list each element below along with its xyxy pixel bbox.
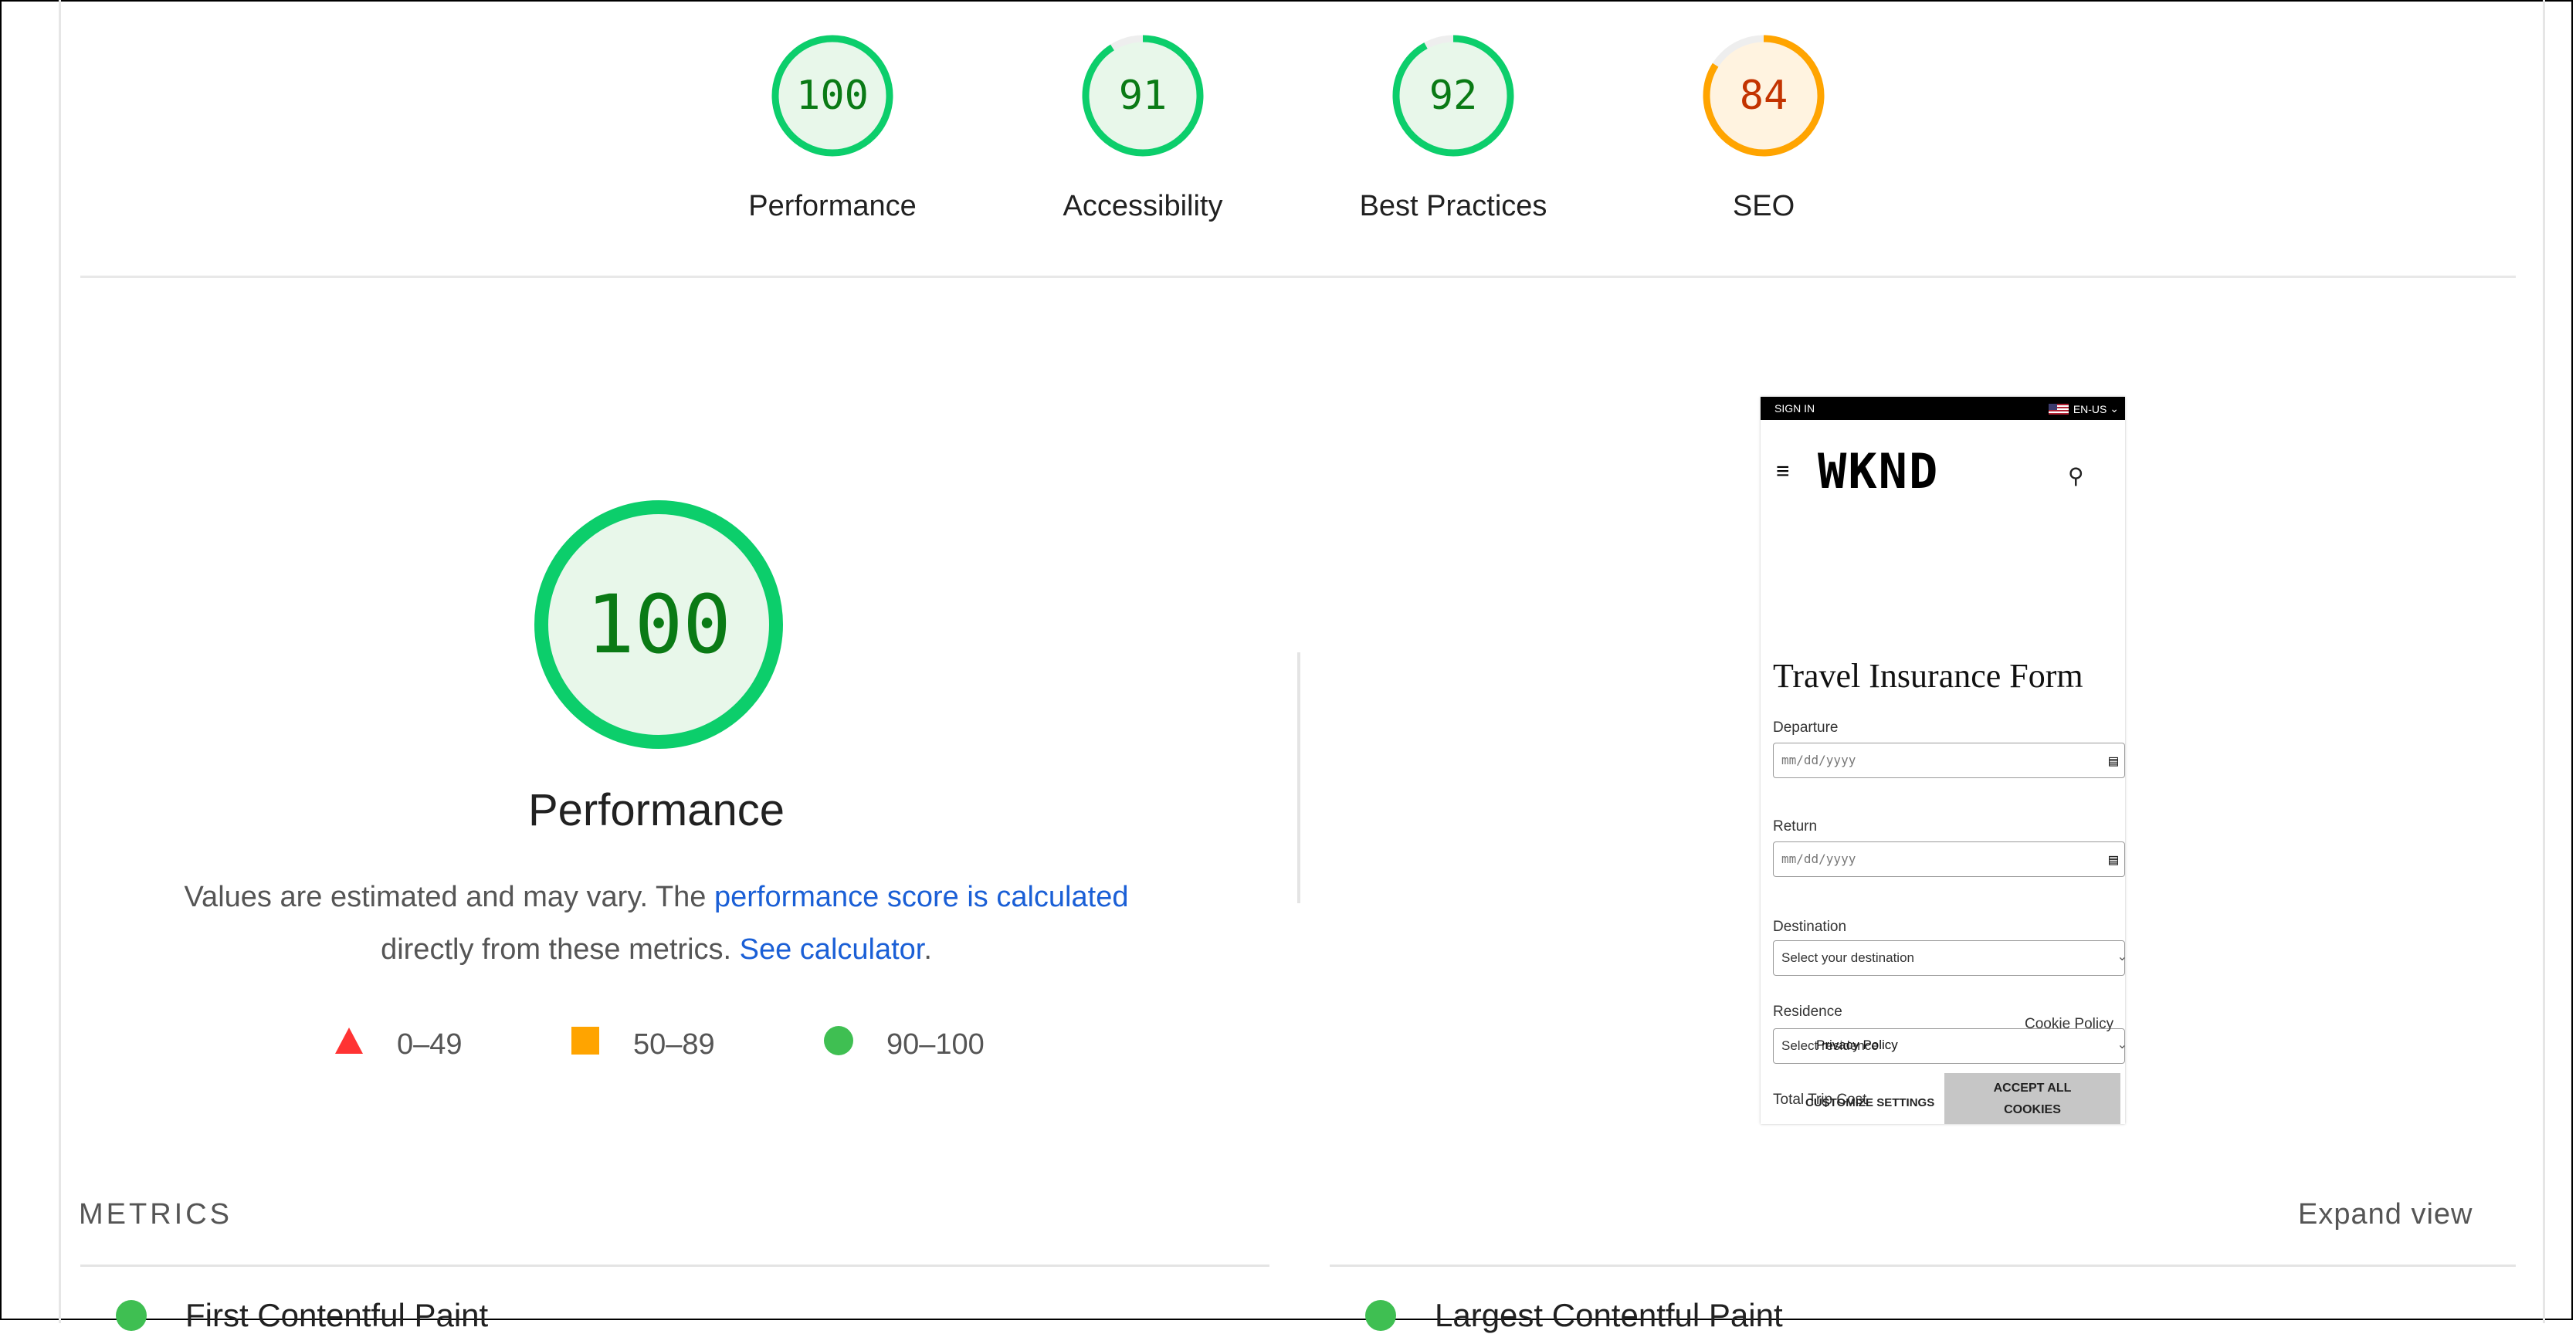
screenshot-value-return: mm/dd/yyyy [1781,852,1856,866]
screenshot-label-destination: Destination [1773,919,1847,935]
report-container [59,0,2545,1323]
desc-text-2: directly from these metrics. [381,933,740,966]
screenshot-value-destination: Select your destination [1781,950,1914,965]
gauge-ring: 91 [1080,32,1206,159]
screenshot-customize-settings: CUSTOMIZE SETTINGS [1805,1096,1935,1109]
gauge-score: 100 [796,73,869,119]
gauge-score: 84 [1739,73,1788,119]
search-icon: ⚲ [2068,464,2084,488]
screenshot-language: EN-US ⌄ [2048,402,2119,415]
green-circle-icon [116,1300,147,1331]
screenshot-label-residence: Residence [1773,1004,1842,1020]
performance-title: Performance [527,785,785,835]
metric-divider-left [80,1265,1269,1267]
screenshot-field-departure: mm/dd/yyyy ▤ [1773,743,2125,778]
gauge-score: 92 [1429,73,1478,119]
calendar-icon: ▤ [2108,751,2118,770]
screenshot-top-bar: SIGN IN EN-US ⌄ [1761,397,2125,420]
screenshot-cookie-policy: Cookie Policy [2025,1016,2114,1032]
metric-first-contentful-paint[interactable]: First Contentful Paint [116,1297,488,1334]
gauge-label-accessibility: Accessibility [1063,190,1223,222]
chevron-down-icon: ⌄ [2117,950,2125,963]
expand-view-button[interactable]: Expand view [2298,1198,2473,1231]
chevron-down-icon: ⌄ [2117,1038,2125,1051]
metric-largest-contentful-paint[interactable]: Largest Contentful Paint [1365,1297,1783,1334]
score-calculated-link[interactable]: performance score is calculated [714,881,1128,913]
screenshot-value-departure: mm/dd/yyyy [1781,753,1856,767]
gauge-label-seo: SEO [1732,190,1795,222]
accept-line-1: ACCEPT ALL [1993,1082,2072,1095]
legend-range-pass: 90–100 [886,1028,985,1061]
gauge-ring: 92 [1390,32,1517,159]
green-circle-icon [1365,1300,1396,1331]
legend-fail: 0–49 [334,1025,463,1064]
gauge-accessibility[interactable]: 91 Accessibility [1027,32,1259,223]
performance-description: Values are estimated and may vary. The p… [139,871,1174,976]
gauge-score: 91 [1118,73,1168,119]
screenshot-label-departure: Departure [1773,719,1839,736]
red-triangle-icon [334,1025,364,1064]
metrics-title: METRICS [79,1198,232,1231]
desc-text-1: Values are estimated and may vary. The [184,881,714,913]
see-calculator-link[interactable]: See calculator [740,933,924,966]
screenshot-field-return: mm/dd/yyyy ▤ [1773,841,2125,877]
metric-name: First Contentful Paint [185,1297,489,1333]
hamburger-menu-icon: ≡ [1776,459,1790,484]
calendar-icon: ▤ [2108,850,2118,868]
gauge-label-performance: Performance [748,190,917,222]
accept-line-2: COOKIES [2004,1103,2061,1116]
screenshot-label-return: Return [1773,818,1818,835]
page-screenshot-thumbnail[interactable]: SIGN IN EN-US ⌄ ≡ WKND ⚲ Travel Insuranc… [1761,397,2125,1124]
vertical-separator [1297,652,1300,903]
performance-gauge-large: 100 [531,497,786,752]
green-circle-icon [823,1025,854,1064]
us-flag-icon [2048,403,2069,415]
legend-pass: 90–100 [823,1025,985,1064]
screenshot-heading: Travel Insurance Form [1773,657,2083,695]
legend-average: 50–89 [570,1025,715,1064]
gauge-ring: 100 [769,32,896,159]
gauge-seo[interactable]: 84 SEO [1648,32,1879,223]
screenshot-privacy-policy: Privacy Policy [1816,1038,1898,1052]
gauge-best-practices[interactable]: 92 Best Practices [1337,32,1569,223]
screenshot-field-destination: Select your destination ⌄ [1773,940,2125,976]
legend-range-fail: 0–49 [397,1028,463,1061]
screenshot-accept-all-cookies: ACCEPT ALL COOKIES [1944,1073,2120,1124]
gauge-performance[interactable]: 100 Performance [717,32,948,223]
screenshot-logo: WKND [1818,443,1940,499]
gauge-ring: 84 [1700,32,1827,159]
header-divider [80,276,2516,278]
screenshot-sign-in: SIGN IN [1774,402,1815,415]
desc-text-3: . [924,933,932,966]
orange-square-icon [570,1025,601,1064]
metric-name: Largest Contentful Paint [1435,1297,1783,1333]
performance-score-large: 100 [586,577,731,672]
gauge-label-best-practices: Best Practices [1359,190,1547,222]
metric-divider-right [1330,1265,2516,1267]
legend-range-average: 50–89 [633,1028,715,1061]
screenshot-lang-label: EN-US [2073,402,2107,415]
